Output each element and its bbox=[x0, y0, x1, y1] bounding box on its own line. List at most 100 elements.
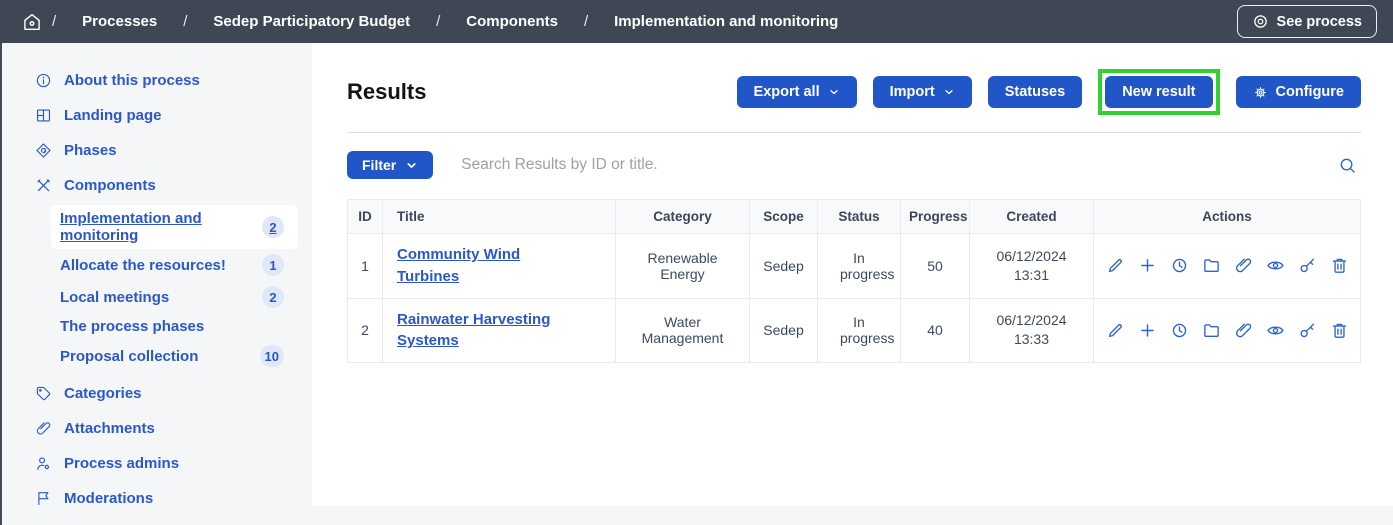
components-sub-list: Implementation and monitoring 2 Allocate… bbox=[2, 203, 312, 376]
home-icon bbox=[22, 12, 42, 32]
eye-target-icon bbox=[1252, 13, 1269, 30]
export-all-button[interactable]: Export all bbox=[737, 76, 857, 108]
cell-scope: Sedep bbox=[750, 234, 818, 299]
edit-button[interactable] bbox=[1106, 256, 1125, 275]
admin-user-icon bbox=[35, 455, 52, 472]
search-input[interactable] bbox=[461, 156, 1334, 174]
column-header-category: Category bbox=[616, 200, 750, 234]
sidebar-subitem-allocate-the-resources[interactable]: Allocate the resources! 1 bbox=[51, 249, 298, 281]
results-table: ID Title Category Scope Status Progress … bbox=[347, 199, 1361, 363]
table-row: 2 Rainwater Harvesting Systems Water Man… bbox=[348, 298, 1361, 363]
history-button[interactable] bbox=[1170, 256, 1189, 275]
count-badge: 1 bbox=[262, 254, 284, 276]
cell-actions bbox=[1094, 234, 1361, 299]
add-button[interactable] bbox=[1138, 321, 1157, 340]
annotation-highlight-box: New result bbox=[1098, 69, 1219, 115]
preview-button[interactable] bbox=[1266, 256, 1285, 275]
breadcrumb-item-components[interactable]: Components bbox=[440, 13, 584, 30]
history-icon bbox=[1170, 256, 1189, 275]
sidebar-item-about-this-process[interactable]: About this process bbox=[2, 63, 312, 98]
page-title: Results bbox=[347, 79, 426, 105]
search-icon bbox=[1338, 156, 1357, 175]
sidebar-item-components[interactable]: Components bbox=[2, 168, 312, 203]
breadcrumb: / Processes / Sedep Participatory Budget… bbox=[22, 12, 864, 32]
sidebar: About this process Landing page bbox=[2, 43, 312, 506]
breadcrumb-home-link[interactable] bbox=[22, 12, 52, 32]
permissions-button[interactable] bbox=[1298, 256, 1317, 275]
flag-icon bbox=[35, 490, 52, 507]
folder-icon bbox=[1202, 321, 1221, 340]
preview-button[interactable] bbox=[1266, 321, 1285, 340]
delete-button[interactable] bbox=[1330, 256, 1349, 275]
sidebar-subitem-the-process-phases[interactable]: The process phases bbox=[51, 313, 298, 340]
sidebar-subitem-implementation-and-monitoring[interactable]: Implementation and monitoring 2 bbox=[51, 205, 298, 249]
topbar: / Processes / Sedep Participatory Budget… bbox=[0, 0, 1393, 43]
permissions-key-icon bbox=[1298, 256, 1317, 275]
attachment-button[interactable] bbox=[1234, 321, 1253, 340]
chevron-down-icon bbox=[828, 86, 840, 98]
paperclip-icon bbox=[35, 420, 52, 437]
count-badge: 2 bbox=[262, 286, 284, 308]
column-header-id: ID bbox=[348, 200, 383, 234]
new-result-button[interactable]: New result bbox=[1105, 76, 1212, 108]
cell-status: In progress bbox=[818, 298, 901, 363]
count-badge: 10 bbox=[260, 345, 284, 367]
cell-progress: 40 bbox=[901, 298, 970, 363]
header-divider bbox=[347, 132, 1361, 133]
cell-created: 06/12/2024 13:31 bbox=[970, 234, 1094, 299]
table-header-row: ID Title Category Scope Status Progress … bbox=[348, 200, 1361, 234]
configure-button[interactable]: Configure bbox=[1236, 76, 1361, 108]
breadcrumb-item-process-name[interactable]: Sedep Participatory Budget bbox=[187, 13, 436, 30]
add-button[interactable] bbox=[1138, 256, 1157, 275]
column-header-status: Status bbox=[818, 200, 901, 234]
attachment-icon bbox=[1234, 256, 1253, 275]
see-process-button[interactable]: See process bbox=[1237, 5, 1377, 38]
sidebar-subitem-proposal-collection[interactable]: Proposal collection 10 bbox=[51, 340, 298, 372]
breadcrumb-item-current-component[interactable]: Implementation and monitoring bbox=[588, 13, 864, 30]
folder-icon bbox=[1202, 256, 1221, 275]
delete-button[interactable] bbox=[1330, 321, 1349, 340]
filter-row: Filter bbox=[347, 151, 1361, 179]
search-button[interactable] bbox=[1334, 156, 1361, 175]
sidebar-item-process-admins[interactable]: Process admins bbox=[2, 446, 312, 481]
attachment-icon bbox=[1234, 321, 1253, 340]
column-header-title: Title bbox=[383, 200, 616, 234]
statuses-button[interactable]: Statuses bbox=[988, 76, 1082, 108]
sidebar-item-attachments[interactable]: Attachments bbox=[2, 411, 312, 446]
table-row: 1 Community Wind Turbines Renewable Ener… bbox=[348, 234, 1361, 299]
sidebar-subitem-local-meetings[interactable]: Local meetings 2 bbox=[51, 281, 298, 313]
chevron-down-icon bbox=[405, 159, 418, 172]
cell-id: 1 bbox=[348, 234, 383, 299]
history-button[interactable] bbox=[1170, 321, 1189, 340]
phases-diamond-icon bbox=[35, 142, 52, 159]
cell-created: 06/12/2024 13:33 bbox=[970, 298, 1094, 363]
sidebar-item-categories[interactable]: Categories bbox=[2, 376, 312, 411]
sidebar-item-phases[interactable]: Phases bbox=[2, 133, 312, 168]
cell-category: Water Management bbox=[616, 298, 750, 363]
add-icon bbox=[1138, 256, 1157, 275]
cell-actions bbox=[1094, 298, 1361, 363]
folder-button[interactable] bbox=[1202, 321, 1221, 340]
column-header-actions: Actions bbox=[1094, 200, 1361, 234]
add-icon bbox=[1138, 321, 1157, 340]
attachment-button[interactable] bbox=[1234, 256, 1253, 275]
result-title-link[interactable]: Rainwater Harvesting Systems bbox=[397, 311, 550, 350]
column-header-scope: Scope bbox=[750, 200, 818, 234]
app-window: / Processes / Sedep Participatory Budget… bbox=[0, 0, 1393, 525]
filter-button[interactable]: Filter bbox=[347, 151, 433, 179]
main-content: Results Export all Import bbox=[312, 43, 1393, 506]
cell-category: Renewable Energy bbox=[616, 234, 750, 299]
delete-trash-icon bbox=[1330, 321, 1349, 340]
history-icon bbox=[1170, 321, 1189, 340]
permissions-key-icon bbox=[1298, 321, 1317, 340]
permissions-button[interactable] bbox=[1298, 321, 1317, 340]
preview-eye-icon bbox=[1266, 256, 1285, 275]
import-button[interactable]: Import bbox=[873, 76, 972, 108]
edit-button[interactable] bbox=[1106, 321, 1125, 340]
folder-button[interactable] bbox=[1202, 256, 1221, 275]
breadcrumb-item-processes[interactable]: Processes bbox=[56, 13, 183, 30]
footer-strip bbox=[0, 506, 1393, 525]
result-title-link[interactable]: Community Wind Turbines bbox=[397, 246, 520, 285]
preview-eye-icon bbox=[1266, 321, 1285, 340]
sidebar-item-landing-page[interactable]: Landing page bbox=[2, 98, 312, 133]
